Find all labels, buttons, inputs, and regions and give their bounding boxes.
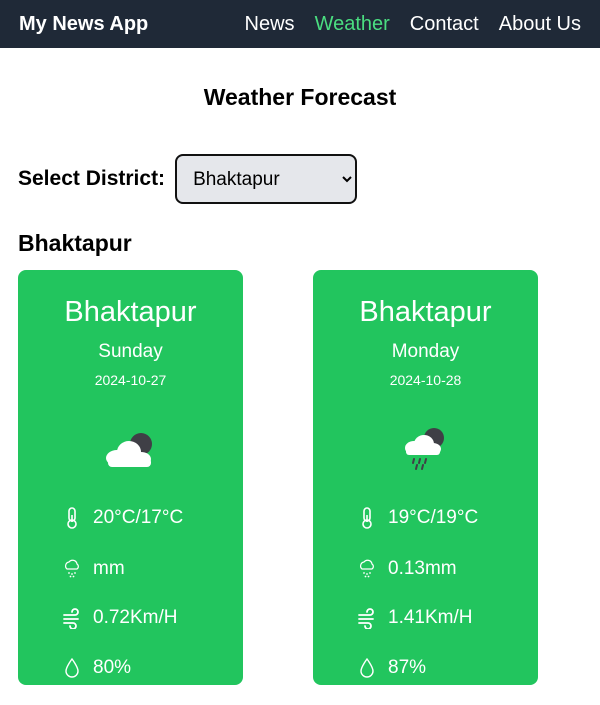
temperature-stat: 19°C/19°C (358, 507, 478, 529)
page-title: Weather Forecast (203, 84, 397, 110)
district-select[interactable]: Bhaktapur (175, 154, 358, 204)
card-date: 2024-10-28 (389, 372, 462, 388)
nav-link-contact[interactable]: Contact (410, 13, 479, 36)
rain-cloud-icon (360, 559, 374, 578)
district-heading: Bhaktapur (18, 230, 132, 256)
nav-link-news[interactable]: News (245, 13, 295, 36)
wind-icon (358, 608, 374, 629)
wind-value: 0.72Km/H (93, 607, 178, 628)
navbar: My News App News Weather Contact About U… (0, 0, 600, 48)
nav-link-about[interactable]: About Us (499, 13, 581, 36)
water-drop-icon (65, 657, 79, 678)
thermometer-icon (362, 507, 372, 529)
wind-value: 1.41Km/H (388, 607, 473, 628)
district-selector: Select District: Bhaktapur (18, 154, 358, 204)
humidity-value: 80% (93, 657, 132, 678)
precipitation-stat: mm (63, 558, 125, 580)
card-date: 2024-10-27 (94, 372, 167, 388)
precipitation-stat: 0.13mm (358, 558, 457, 580)
humidity-value: 87% (388, 657, 427, 678)
brand-logo[interactable]: My News App (19, 13, 148, 36)
card-day: Monday (391, 341, 460, 362)
cloudy-night-icon (105, 433, 152, 467)
water-drop-icon (360, 657, 374, 678)
nav-link-weather[interactable]: Weather (315, 13, 390, 36)
humidity-stat: 80% (63, 657, 131, 679)
wind-icon (63, 608, 79, 629)
wind-stat: 0.72Km/H (63, 607, 177, 629)
temperature-value: 20°C/17°C (93, 507, 184, 528)
card-city: Bhaktapur (359, 296, 492, 328)
forecast-card: Bhaktapur Sunday 2024-10-27 20°C/17°C mm (18, 270, 243, 685)
card-day: Sunday (98, 341, 163, 362)
forecast-card: Bhaktapur Monday 2024-10-28 19°C/19°C 0.… (313, 270, 538, 685)
temperature-stat: 20°C/17°C (63, 507, 183, 529)
card-city: Bhaktapur (64, 296, 197, 328)
precipitation-value: mm (93, 558, 125, 579)
precipitation-value: 0.13mm (388, 558, 457, 579)
thermometer-icon (67, 507, 77, 529)
nav-links: News Weather Contact About Us (245, 13, 581, 36)
night-rain-icon (404, 428, 444, 470)
district-label: Select District: (18, 167, 166, 190)
rain-cloud-icon (65, 559, 79, 578)
humidity-stat: 87% (358, 657, 426, 679)
temperature-value: 19°C/19°C (388, 507, 479, 528)
wind-stat: 1.41Km/H (358, 607, 472, 629)
